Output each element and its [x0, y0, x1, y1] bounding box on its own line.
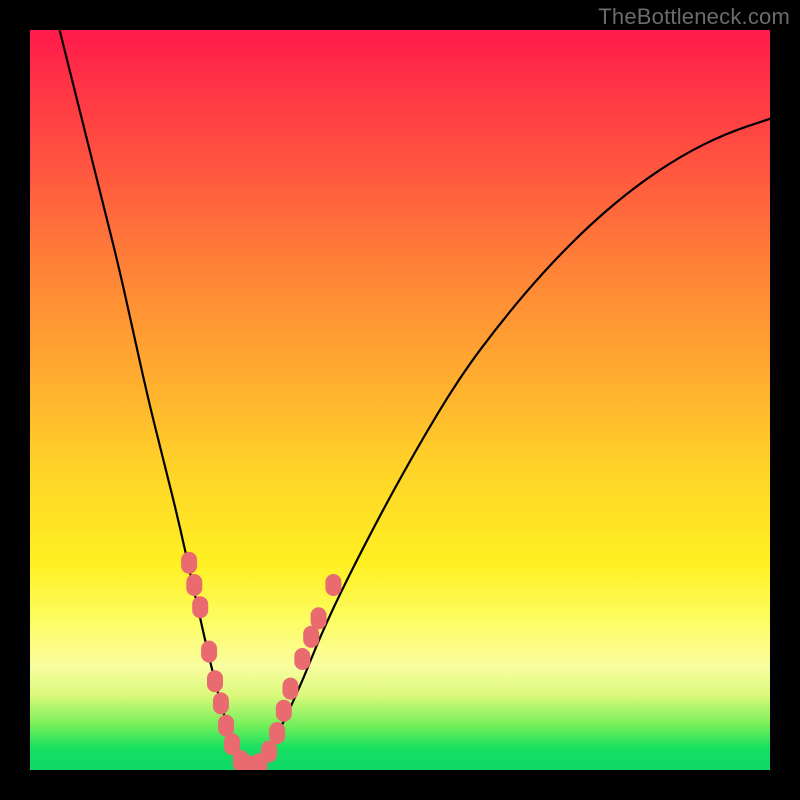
marker-point	[325, 574, 341, 596]
marker-point	[276, 700, 292, 722]
marker-point	[282, 678, 298, 700]
marker-point	[303, 626, 319, 648]
chart-svg	[30, 30, 770, 770]
marker-point	[261, 741, 277, 763]
marker-point	[213, 692, 229, 714]
marker-point	[207, 670, 223, 692]
marker-point	[311, 607, 327, 629]
marker-point	[181, 552, 197, 574]
marker-point	[294, 648, 310, 670]
highlighted-points	[181, 552, 341, 770]
plot-area	[30, 30, 770, 770]
marker-point	[269, 722, 285, 744]
marker-point	[186, 574, 202, 596]
chart-frame: TheBottleneck.com	[0, 0, 800, 800]
marker-point	[201, 641, 217, 663]
marker-point	[192, 596, 208, 618]
bottleneck-curve	[60, 30, 770, 766]
watermark-text: TheBottleneck.com	[598, 4, 790, 30]
